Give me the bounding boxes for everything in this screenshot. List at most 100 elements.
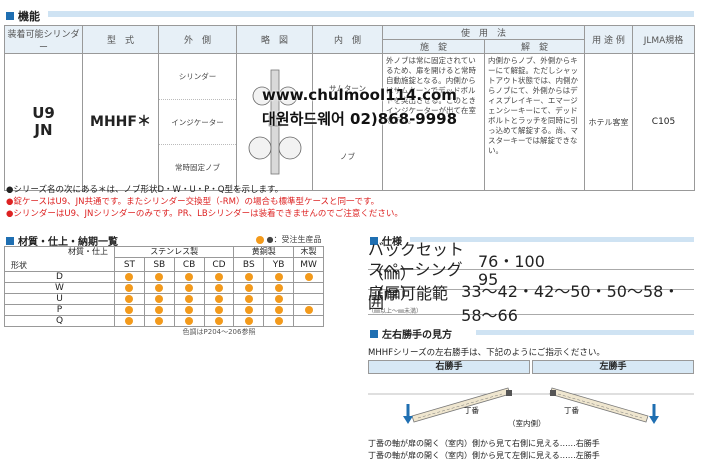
- group-brass: 黄銅製: [233, 246, 295, 258]
- order-dot-icon: [214, 272, 223, 281]
- section-hand-title: 左右勝手の見方: [382, 330, 452, 341]
- order-dot-icon: [274, 305, 283, 314]
- section-function-header: 機能: [6, 8, 40, 24]
- materials-cell: [263, 315, 295, 327]
- code-sb: SB: [143, 257, 175, 272]
- jlma-cell: C105: [632, 53, 696, 191]
- hand-diagram: 右勝手 左勝手 丁番 丁番 （室内側）: [368, 360, 694, 438]
- materials-cell: [263, 304, 295, 316]
- materials-row: W: [4, 282, 324, 294]
- order-dot-icon: [214, 316, 223, 325]
- order-dot-icon: [214, 305, 223, 314]
- materials-cell: [203, 282, 235, 294]
- order-dot-icon: [304, 272, 313, 281]
- order-dot-icon: [304, 305, 313, 314]
- order-dot-icon: [274, 283, 283, 292]
- materials-cell: [173, 293, 205, 305]
- order-dot-icon: [244, 305, 253, 314]
- header-cylinder: 装着可能シリンダー: [4, 25, 83, 54]
- spec-sublabel-door: （㎜以上〜㎜未満）: [368, 307, 423, 315]
- materials-footer: 色調はP204〜206参照: [182, 328, 256, 336]
- cylinder-cell: U9 JN: [4, 53, 83, 191]
- materials-cell: [233, 282, 265, 294]
- materials-row: U: [4, 293, 324, 305]
- materials-cell: [233, 271, 265, 283]
- materials-cell: [173, 282, 205, 294]
- usage-unlock-cell: 内側からノブ、外側からキーにて解錠。ただしシャットアウト状態では、内側からノブに…: [483, 53, 586, 191]
- spec-table: バックセット（㎜） 76・100 スペーシング（㎜） 95 扉厚可能範囲 （㎜以…: [368, 240, 694, 325]
- materials-legend: ●：受注生産品: [256, 234, 322, 245]
- hand-right-label: 右勝手: [368, 360, 530, 374]
- outside-indicator: インジケーター: [159, 100, 236, 146]
- header-model: 型 式: [82, 25, 159, 54]
- order-dot-icon: [244, 316, 253, 325]
- spec-label-door: 扉厚可能範囲: [368, 283, 449, 312]
- header-outside: 外 側: [158, 25, 237, 54]
- order-dot-icon: [185, 283, 194, 292]
- order-dot-icon: [155, 272, 164, 281]
- order-dot-icon: [155, 283, 164, 292]
- code-cb: CB: [173, 257, 205, 272]
- order-dot-icon: [214, 283, 223, 292]
- order-dot-icon: [185, 316, 194, 325]
- code-st: ST: [114, 257, 145, 272]
- order-dot-icon: [125, 305, 134, 314]
- materials-row-label: U: [4, 293, 115, 305]
- materials-row-label: P: [4, 304, 115, 316]
- materials-cell: [143, 271, 175, 283]
- order-dot-icon: [125, 294, 134, 303]
- materials-row-label: D: [4, 271, 115, 283]
- header-inside: 内 側: [312, 25, 383, 54]
- materials-cell: [203, 271, 235, 283]
- code-bs: BS: [233, 257, 265, 272]
- materials-cell: [114, 304, 145, 316]
- materials-cell: [293, 271, 324, 283]
- materials-cell: [143, 304, 175, 316]
- spec-row-door: 扉厚可能範囲 （㎜以上〜㎜未満） 33〜42・42〜50・50〜58・58〜66: [368, 282, 694, 325]
- header-diagram: 略 図: [236, 25, 313, 54]
- section-hand-header: 左右勝手の見方: [370, 326, 452, 341]
- hand-notes: 丁番の軸が扉の開く（室内）側から見て右側に見える……右勝手 丁番の軸が扉の開く（…: [368, 438, 600, 462]
- order-dot-icon: [125, 316, 134, 325]
- note-1: ●シリーズ名の次にある＊は、ノブ形状D・W・U・P・Q型を示します。: [6, 185, 284, 195]
- outside-cell: シリンダー インジケーター 常時固定ノブ: [158, 53, 237, 191]
- spec-value-backset: 76・100: [478, 251, 545, 271]
- materials-cell: [263, 282, 295, 294]
- corner-top: 材質・仕上: [68, 247, 108, 256]
- materials-cell: [173, 315, 205, 327]
- section-square-icon: [370, 329, 378, 338]
- materials-cell: [293, 304, 324, 316]
- section-square-icon: [6, 236, 14, 245]
- hand-intro: MHHFシリーズの左右勝手は、下記のようにご指示ください。: [368, 348, 605, 358]
- code-yb: YB: [263, 257, 295, 272]
- header-jlma: JLMA規格: [632, 25, 696, 54]
- order-dot-icon: [274, 272, 283, 281]
- materials-cell: [173, 304, 205, 316]
- watermark-phone: 대원하드웨어 02)868-9998: [262, 110, 458, 128]
- indoor-label: （室内側）: [508, 419, 546, 428]
- order-dot-icon: [244, 272, 253, 281]
- header-usage-unlock: 解 錠: [483, 39, 586, 54]
- corner-bottom: 形状: [11, 261, 27, 270]
- note-3: ●シリンダーはU9、JNシリンダーのみです。PR、LBシリンダーは装着できません…: [6, 209, 403, 219]
- materials-legend-text: ●：受注生産品: [266, 235, 322, 244]
- order-dot-icon: [274, 316, 283, 325]
- materials-cell: [263, 293, 295, 305]
- spec-value-door: 33〜42・42〜50・50〜58・58〜66: [461, 282, 680, 325]
- materials-cell: [233, 304, 265, 316]
- hinge-label-left: 丁番: [564, 406, 579, 415]
- materials-row-label: W: [4, 282, 115, 294]
- materials-cell: [233, 315, 265, 327]
- materials-cell: [203, 315, 235, 327]
- code-mw: MW: [293, 257, 324, 272]
- code-cd: CD: [203, 257, 235, 272]
- materials-table: 材質・仕上 形状 ステンレス製 黄銅製 木製 ST SB CB CD BS YB…: [4, 246, 324, 337]
- materials-cell: [203, 304, 235, 316]
- note-2: ●錠ケースはU9、JN共通です。またシリンダー交換型（-RM）の場合も標準型ケー…: [6, 197, 380, 207]
- watermark-url: www.chulmool114.com: [262, 86, 457, 104]
- order-dot-icon: [244, 283, 253, 292]
- order-dot-icon: [256, 235, 264, 244]
- outside-cylinder: シリンダー: [159, 54, 236, 100]
- materials-corner: 材質・仕上 形状: [4, 246, 115, 272]
- example-cell: ホテル客室: [584, 53, 634, 191]
